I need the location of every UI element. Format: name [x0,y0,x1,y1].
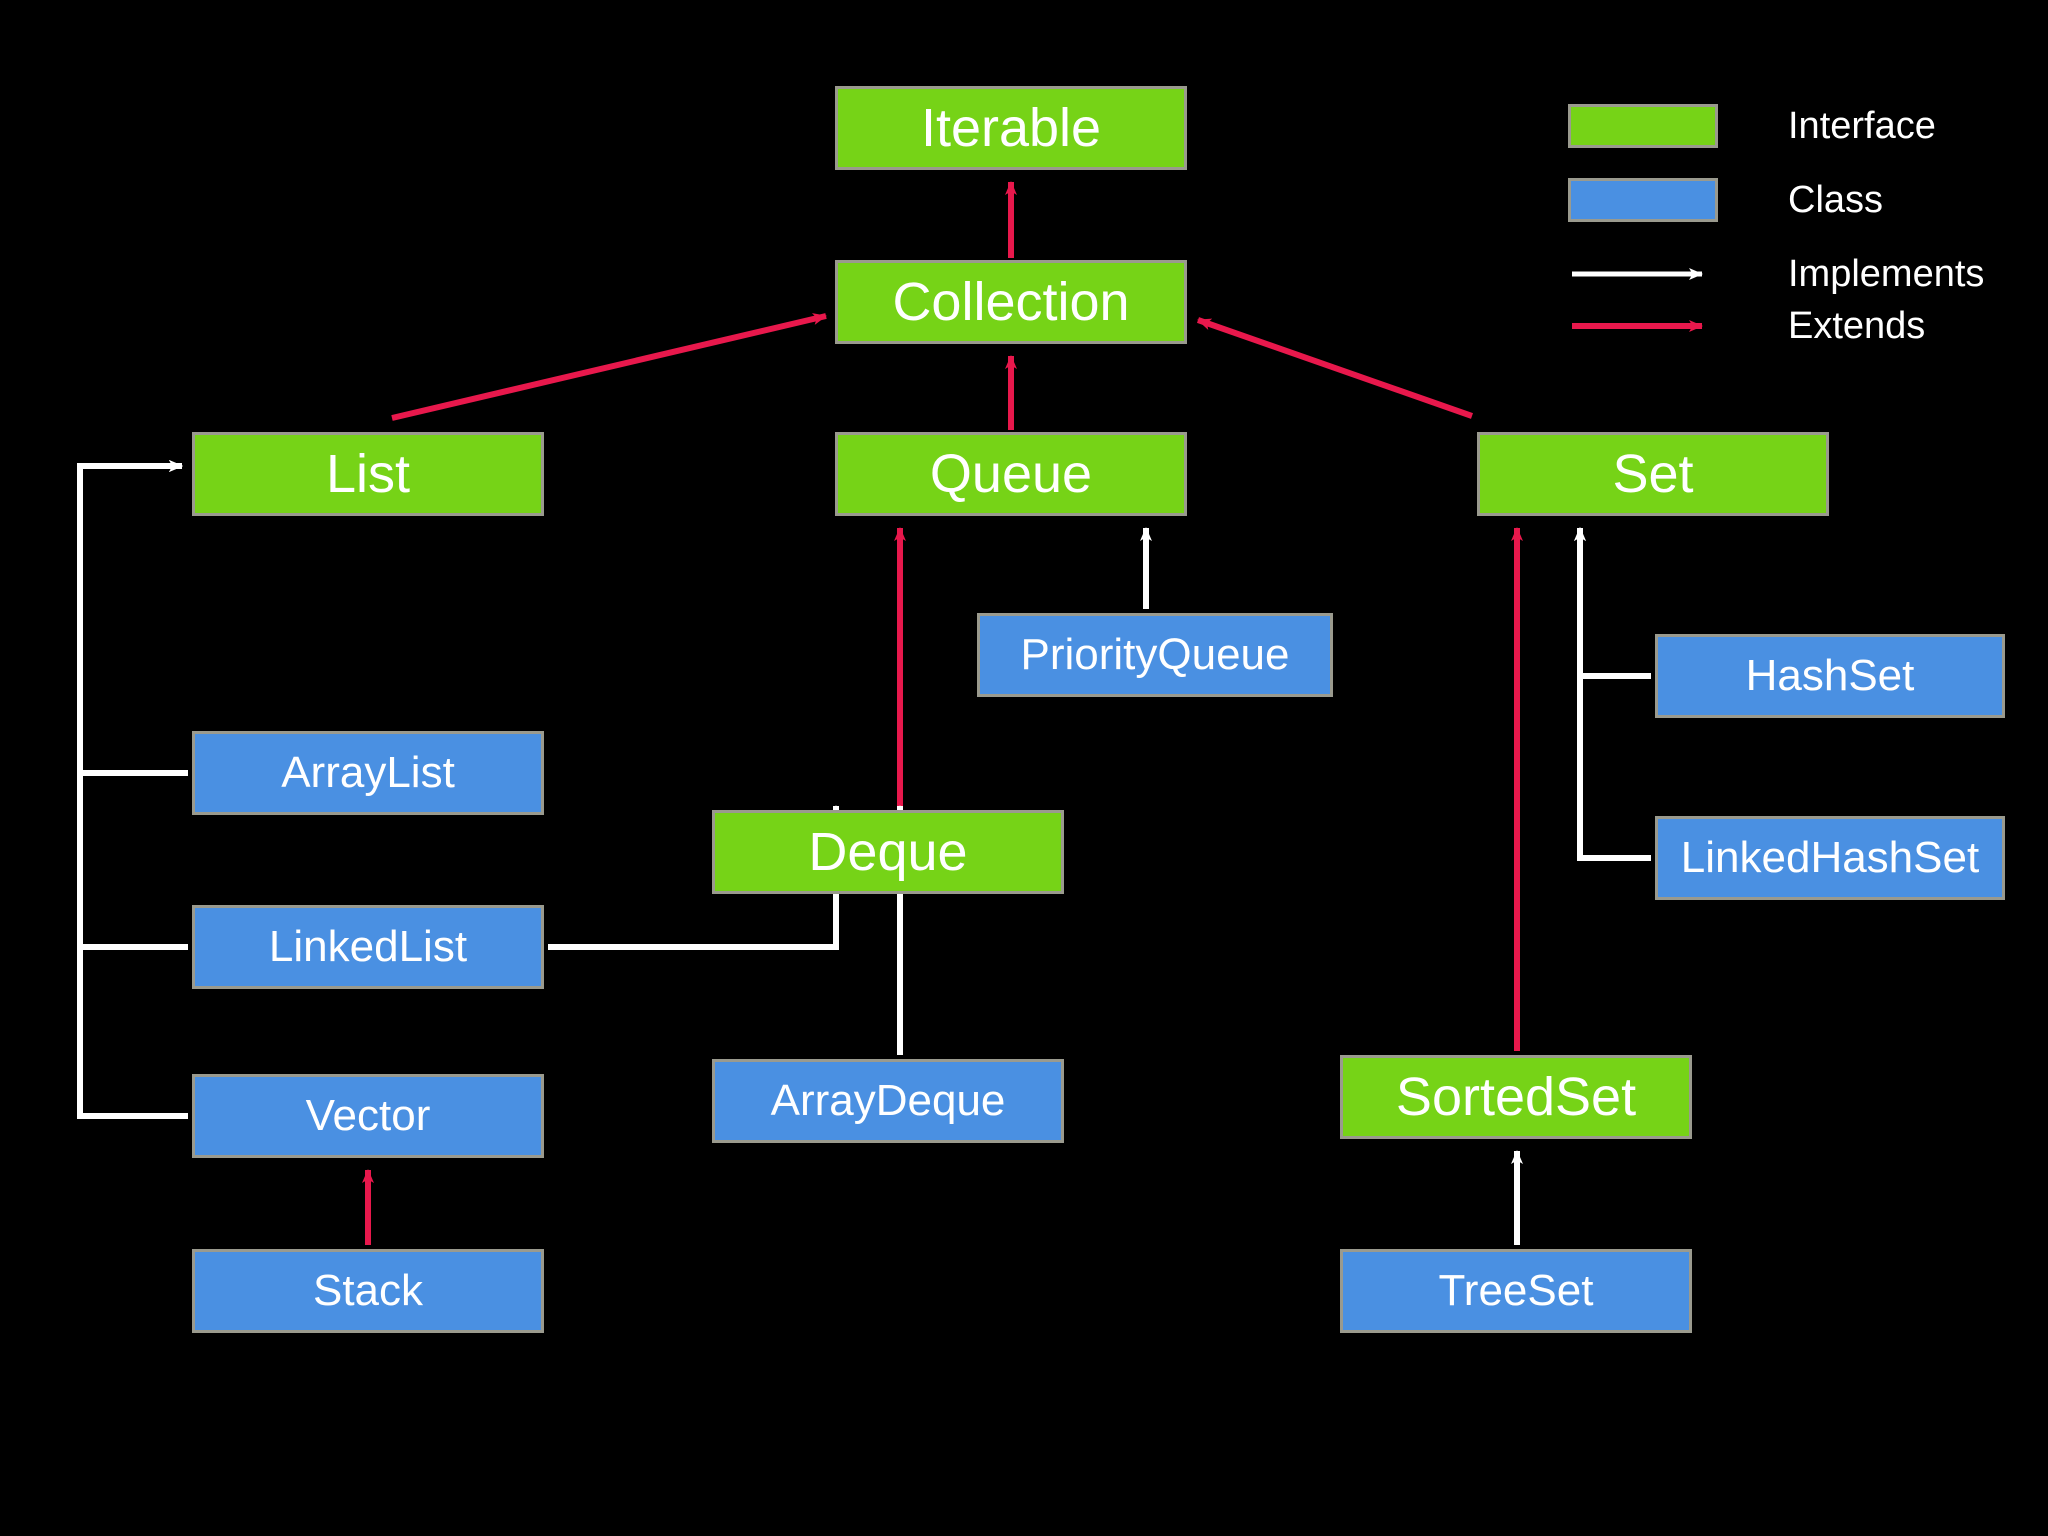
legend-label-implements: Implements [1788,253,1985,295]
edge-hashset-implements-set [1574,527,1651,679]
node-stack[interactable]: Stack [192,1249,544,1333]
node-arraydeque[interactable]: ArrayDeque [712,1059,1064,1143]
node-arraylist[interactable]: ArrayList [192,731,544,815]
node-iterable[interactable]: Iterable [835,86,1187,170]
legend-swatch-class [1568,178,1718,222]
node-label-linkedlist: LinkedList [268,922,468,971]
legend-label-extends: Extends [1788,305,1926,347]
legend-label-interface: Interface [1788,105,1936,147]
node-linkedhashset[interactable]: LinkedHashSet [1655,816,2005,900]
node-set[interactable]: Set [1477,432,1829,516]
legend-arrow-extends [1568,304,1718,348]
legend-arrow-implements [1568,252,1718,296]
node-label-hashset: HashSet [1745,651,1915,700]
node-label-iterable: Iterable [920,98,1102,158]
node-label-arraydeque: ArrayDeque [770,1076,1006,1125]
node-vector[interactable]: Vector [192,1074,544,1158]
node-label-collection: Collection [892,272,1130,332]
node-label-stack: Stack [312,1266,424,1315]
node-collection[interactable]: Collection [835,260,1187,344]
edge-linkedlist-implements-list [77,460,188,950]
diagram-canvas: Iterable Collection List Queue Set PriorityQu… [0,0,2048,1536]
node-sortedset[interactable]: SortedSet [1340,1055,1692,1139]
edge-linkedhashset-implements-set [1574,527,1651,861]
legend: Interface Class Implements Extends [1568,104,2028,364]
node-label-sortedset: SortedSet [1395,1067,1637,1127]
node-list[interactable]: List [192,432,544,516]
node-label-vector: Vector [305,1091,431,1140]
node-label-priorityqueue: PriorityQueue [1020,630,1290,679]
node-queue[interactable]: Queue [835,432,1187,516]
node-label-list: List [325,444,411,504]
edge-arraylist-implements-list [77,460,188,776]
node-label-arraylist: ArrayList [281,748,455,797]
node-label-deque: Deque [808,822,968,882]
node-label-treeset: TreeSet [1438,1266,1594,1315]
node-label-linkedhashset: LinkedHashSet [1680,833,1980,882]
node-label-queue: Queue [929,444,1093,504]
node-linkedlist[interactable]: LinkedList [192,905,544,989]
edge-list-extends-collection [391,313,827,421]
edge-set-extends-collection [1197,317,1473,419]
edge-vector-implements-list [77,460,188,1119]
node-treeset[interactable]: TreeSet [1340,1249,1692,1333]
node-priorityqueue[interactable]: PriorityQueue [977,613,1333,697]
node-hashset[interactable]: HashSet [1655,634,2005,718]
legend-label-class: Class [1788,179,1884,221]
node-label-set: Set [1612,444,1694,504]
legend-swatch-interface [1568,104,1718,148]
node-deque[interactable]: Deque [712,810,1064,894]
